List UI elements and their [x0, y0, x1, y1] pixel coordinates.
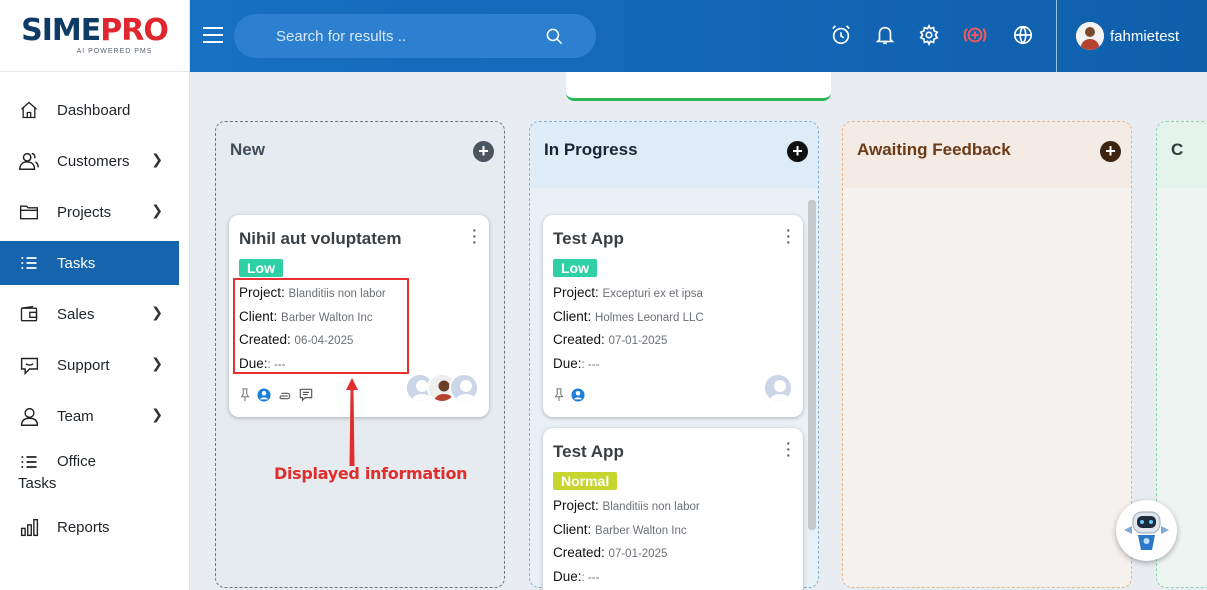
chevron-right-icon: ❯	[151, 406, 163, 422]
sidebar-item-office-tasks[interactable]: Office Tasks	[0, 445, 179, 497]
sidebar-item-customers[interactable]: Customers ❯	[0, 139, 179, 183]
sidebar-item-team[interactable]: Team ❯	[0, 394, 179, 438]
user-icon	[18, 405, 40, 427]
list-icon	[18, 451, 40, 473]
search-bar	[234, 14, 596, 58]
more-options-icon[interactable]: · · ·	[786, 223, 791, 249]
robot-icon	[1124, 511, 1169, 550]
priority-badge: Normal	[553, 472, 618, 490]
sidebar-item-label: Team	[57, 407, 94, 425]
attachment-icon[interactable]	[277, 389, 293, 407]
avatar[interactable]	[763, 373, 793, 403]
column-title: New	[230, 140, 265, 159]
task-title: Nihil aut voluptatem	[239, 229, 402, 248]
username: fahmietest	[1110, 27, 1180, 45]
assignee-avatars	[763, 373, 793, 403]
chevron-right-icon: ❯	[151, 304, 163, 320]
user-menu[interactable]: fahmietest	[1076, 22, 1179, 50]
add-circle-icon[interactable]	[962, 24, 987, 46]
task-meta: Project: Excepturi ex et ipsa Client: Ho…	[553, 285, 704, 371]
users-icon	[18, 150, 40, 172]
collapsed-card[interactable]	[566, 72, 831, 101]
task-card[interactable]: Test App · · · Normal Project: Blanditiis …	[543, 428, 803, 590]
sidebar-item-label: Office Tasks	[18, 451, 96, 492]
column-awaiting-feedback: Awaiting Feedback +	[842, 121, 1132, 588]
add-task-button[interactable]: +	[1100, 141, 1121, 162]
alarm-clock-icon[interactable]	[830, 24, 852, 46]
sidebar-item-label: Reports	[57, 518, 110, 536]
sidebar-item-label: Projects	[57, 203, 112, 221]
comment-icon[interactable]	[299, 388, 313, 407]
priority-badge: Low	[553, 259, 597, 277]
list-icon	[18, 252, 40, 274]
sidebar-item-sales[interactable]: Sales ❯	[0, 292, 179, 336]
avatar[interactable]	[449, 373, 479, 403]
more-options-icon[interactable]: · · ·	[472, 223, 477, 249]
folder-icon	[18, 201, 40, 223]
chevron-right-icon: ❯	[151, 355, 163, 371]
column-title: In Progress	[544, 140, 638, 159]
chat-icon	[18, 354, 40, 376]
menu-toggle-icon[interactable]	[202, 26, 224, 44]
search-icon[interactable]	[545, 27, 564, 51]
sidebar-item-label: Support	[57, 356, 110, 374]
column-header: New +	[216, 122, 504, 188]
annotation-callout: Displayed information	[274, 464, 468, 483]
sidebar: SIMEPRO AI POWERED PMS Dashboard Custome…	[0, 0, 190, 590]
arrow-up-icon	[346, 378, 358, 466]
assignee-icon[interactable]	[257, 388, 271, 407]
sidebar-item-label: Sales	[57, 305, 95, 323]
sidebar-item-projects[interactable]: Projects ❯	[0, 190, 179, 234]
sidebar-item-label: Dashboard	[57, 101, 131, 119]
task-title: Test App	[553, 229, 624, 248]
top-bar: fahmietest	[190, 0, 1207, 72]
priority-badge: Low	[239, 259, 283, 277]
assignee-avatars	[405, 373, 479, 403]
highlight-box	[233, 278, 409, 374]
globe-icon[interactable]	[1012, 24, 1034, 46]
pin-icon[interactable]	[553, 388, 565, 407]
column-title: Awaiting Feedback	[857, 140, 1011, 159]
home-icon	[18, 99, 40, 121]
sidebar-item-support[interactable]: Support ❯	[0, 343, 179, 387]
pin-icon[interactable]	[239, 388, 251, 407]
column-header: Awaiting Feedback +	[843, 122, 1131, 188]
assignee-icon[interactable]	[571, 388, 585, 407]
sidebar-item-tasks[interactable]: Tasks	[0, 241, 179, 285]
add-task-button[interactable]: +	[787, 141, 808, 162]
column-header: C	[1157, 122, 1207, 188]
chevron-right-icon: ❯	[151, 151, 163, 167]
sidebar-item-label: Customers	[57, 152, 130, 170]
logo-tagline: AI POWERED PMS	[76, 48, 153, 55]
bell-icon[interactable]	[874, 24, 896, 46]
bar-chart-icon	[18, 516, 40, 538]
header-divider	[1056, 0, 1057, 72]
search-input[interactable]	[276, 27, 526, 45]
task-meta: Project: Blanditiis non labor Client: Ba…	[553, 498, 700, 584]
chatbot-button[interactable]	[1116, 500, 1177, 561]
sidebar-item-reports[interactable]: Reports	[0, 505, 179, 549]
sidebar-item-dashboard[interactable]: Dashboard	[0, 88, 179, 132]
add-task-button[interactable]: +	[473, 141, 494, 162]
sidebar-nav: Dashboard Customers ❯ Projects ❯ Tasks S…	[0, 88, 189, 549]
wallet-icon	[18, 303, 40, 325]
more-options-icon[interactable]: · · ·	[786, 436, 791, 462]
column-header: In Progress +	[530, 122, 818, 188]
task-card[interactable]: Test App · · · Low Project: Excepturi ex e…	[543, 215, 803, 417]
task-title: Test App	[553, 442, 624, 461]
sidebar-item-label: Tasks	[57, 254, 96, 272]
logo[interactable]: SIMEPRO AI POWERED PMS	[0, 0, 189, 72]
column-scrollbar[interactable]	[808, 200, 816, 530]
column-title: C	[1171, 140, 1184, 159]
card-actions	[553, 388, 793, 407]
chevron-right-icon: ❯	[151, 202, 163, 218]
gear-icon[interactable]	[918, 23, 940, 47]
logo-wordmark: SIMEPRO	[21, 13, 169, 48]
avatar	[1076, 22, 1104, 50]
